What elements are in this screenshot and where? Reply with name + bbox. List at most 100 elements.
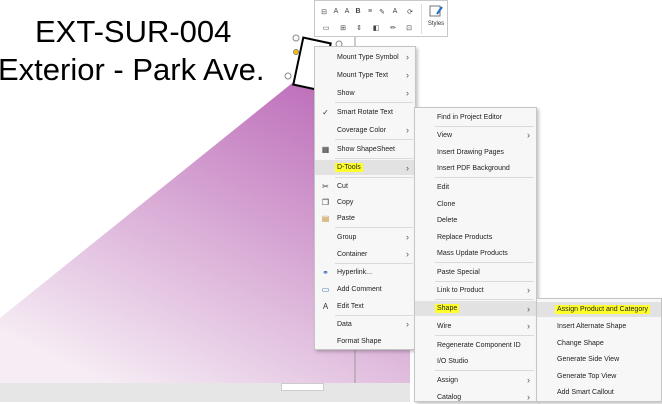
menu-item-label: Edit Text — [337, 302, 364, 310]
bold-icon[interactable]: B — [354, 6, 362, 17]
menu-item-label: Shape — [435, 304, 460, 313]
chevron-right-icon: › — [406, 70, 409, 80]
position-icon[interactable]: ⇕ — [353, 22, 365, 33]
menu-item-label: Coverage Color — [337, 126, 387, 134]
menu-item-assign-product-and-category[interactable]: Assign Product and Category — [537, 302, 661, 317]
menu-item-insert-pdf-background[interactable]: Insert PDF Background — [415, 161, 536, 175]
menu-item-label: Cut — [337, 182, 348, 190]
menu-item-view[interactable]: View › — [415, 128, 536, 142]
menu-item-copy[interactable]: ❐ Copy — [315, 195, 415, 209]
menu-item-replace-products[interactable]: Replace Products — [415, 230, 536, 244]
menu-item-smart-rotate-text[interactable]: ✓ Smart Rotate Text — [315, 105, 415, 119]
line-color-icon[interactable]: ✏ — [387, 22, 399, 33]
menu-item-group[interactable]: Group › — [315, 230, 415, 244]
menu-item-label: Clone — [437, 200, 456, 208]
chevron-right-icon: › — [527, 321, 530, 331]
menu-item-paste-special[interactable]: Paste Special — [415, 265, 536, 279]
menu-item-change-shape[interactable]: Change Shape — [537, 336, 661, 350]
menu-item-wire[interactable]: Wire › — [415, 319, 536, 333]
chevron-right-icon: › — [527, 392, 530, 402]
menu-item-label: Data — [337, 320, 352, 328]
menu-item-assign[interactable]: Assign › — [415, 373, 536, 387]
fill-color-icon[interactable]: ◧ — [370, 22, 382, 33]
page-scroll-thumb[interactable] — [281, 383, 324, 391]
menu-item-insert-alternate-shape[interactable]: Insert Alternate Shape — [537, 319, 661, 333]
menu-separator — [435, 126, 534, 127]
menu-item-generate-side-view[interactable]: Generate Side View — [537, 352, 661, 366]
copy-icon: ❐ — [321, 197, 330, 207]
menu-item-add-comment[interactable]: ▭ Add Comment — [315, 282, 415, 296]
menu-separator — [435, 281, 534, 282]
menu-item-show[interactable]: Show › — [315, 86, 415, 100]
menu-item-paste[interactable]: ▤ Paste — [315, 211, 415, 225]
paste-icon: ▤ — [321, 213, 330, 223]
context-menu: Mount Type Symbol › Mount Type Text › Show… — [314, 46, 416, 350]
menu-item-io-studio[interactable]: I/O Studio — [415, 354, 536, 368]
mini-toolbar: ⊟ A A B ≡ ✎ A ⟳ ▭ ⊞ ⇕ ◧ ✏ ⊡ Styles — [314, 0, 448, 37]
line-style-icon[interactable]: ▭ — [319, 22, 333, 33]
menu-item-label: Change Shape — [557, 339, 604, 347]
menu-item-edit-text[interactable]: A Edit Text — [315, 299, 415, 313]
menu-item-label: Mass Update Products — [437, 249, 508, 257]
chevron-right-icon: › — [527, 303, 530, 314]
menu-item-label: Paste Special — [437, 268, 480, 276]
menu-item-label: Link to Product — [437, 286, 484, 294]
menu-item-delete[interactable]: Delete — [415, 213, 536, 227]
menu-item-label: Insert Alternate Shape — [557, 322, 627, 330]
menu-item-data[interactable]: Data › — [315, 317, 415, 331]
comment-icon: ▭ — [321, 284, 330, 294]
menu-separator — [335, 263, 413, 264]
menu-item-coverage-color[interactable]: Coverage Color › — [315, 123, 415, 137]
menu-item-edit[interactable]: Edit — [415, 180, 536, 194]
menu-item-d-tools[interactable]: D-Tools › — [315, 160, 415, 175]
menu-item-label: Copy — [337, 198, 354, 206]
menu-item-generate-top-view[interactable]: Generate Top View — [537, 369, 661, 383]
menu-item-label: Format Shape — [337, 337, 382, 345]
menu-separator — [335, 177, 413, 178]
menu-item-hyperlink[interactable]: ⚭ Hyperlink... — [315, 265, 415, 279]
menu-item-mount-type-symbol[interactable]: Mount Type Symbol › — [315, 50, 415, 64]
connector-icon[interactable]: ⟳ — [403, 6, 417, 17]
menu-item-shape[interactable]: Shape › — [415, 301, 536, 316]
selection-handle — [292, 34, 300, 42]
menu-item-show-shapesheet[interactable]: ▦ Show ShapeSheet — [315, 142, 415, 156]
font-shrink-icon[interactable]: A — [343, 6, 351, 17]
chevron-right-icon: › — [406, 319, 409, 329]
layout-icon[interactable]: ⊡ — [403, 22, 415, 33]
menu-separator — [335, 158, 413, 159]
drawing-title-line1: EXT-SUR-004 — [35, 14, 232, 49]
styles-button[interactable]: Styles — [425, 3, 447, 35]
font-grow-icon[interactable]: A — [332, 6, 340, 17]
menu-item-container[interactable]: Container › — [315, 247, 415, 261]
font-size-icon[interactable]: ⊟ — [319, 6, 329, 17]
menu-item-regenerate-component-id[interactable]: Regenerate Component ID — [415, 338, 536, 352]
selection-handle — [293, 49, 299, 55]
align-icon[interactable]: ≡ — [365, 6, 375, 17]
page-tabs-bar — [0, 383, 410, 402]
menu-item-mount-type-text[interactable]: Mount Type Text › — [315, 68, 415, 82]
selection-handle — [284, 72, 292, 80]
menu-item-label: Mount Type Text — [337, 71, 389, 79]
menu-item-add-smart-callout[interactable]: Add Smart Callout — [537, 385, 661, 399]
menu-item-label: Insert Drawing Pages — [437, 148, 504, 156]
styles-label: Styles — [427, 21, 445, 27]
menu-separator — [335, 139, 413, 140]
shape-submenu: Assign Product and Category Insert Alter… — [536, 298, 662, 402]
format-painter-icon[interactable]: ✎ — [377, 6, 387, 17]
menu-item-insert-drawing-pages[interactable]: Insert Drawing Pages — [415, 145, 536, 159]
menu-item-label: Show — [337, 89, 355, 97]
text-color-icon[interactable]: A — [391, 6, 399, 17]
menu-item-clone[interactable]: Clone — [415, 197, 536, 211]
menu-item-label: Show ShapeSheet — [337, 145, 395, 153]
menu-item-label: Replace Products — [437, 233, 493, 241]
menu-item-cut[interactable]: ✂ Cut — [315, 179, 415, 193]
menu-item-find-in-project-editor[interactable]: Find in Project Editor — [415, 110, 536, 124]
menu-item-label: Delete — [437, 216, 458, 224]
menu-item-mass-update-products[interactable]: Mass Update Products — [415, 246, 536, 260]
menu-item-label: Assign — [437, 376, 459, 384]
menu-item-label: Generate Top View — [557, 372, 617, 380]
arrange-icon[interactable]: ⊞ — [337, 22, 349, 33]
menu-item-format-shape[interactable]: Format Shape — [315, 334, 415, 348]
menu-item-link-to-product[interactable]: Link to Product › — [415, 283, 536, 297]
chevron-right-icon: › — [406, 232, 409, 242]
